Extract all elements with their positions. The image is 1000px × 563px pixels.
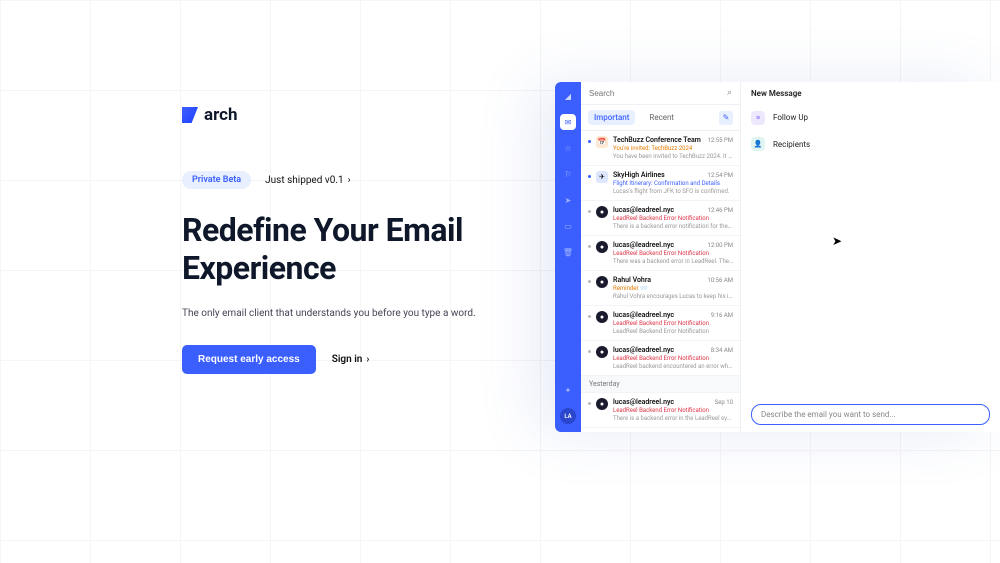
message-time: 12:46 PM bbox=[708, 207, 733, 214]
message-item[interactable]: ● lucas@leadreel.nyc Sep 10 LeadReel Bac… bbox=[581, 393, 740, 428]
message-item[interactable]: ✈ SkyHigh Airlines 12:54 PM Flight Itine… bbox=[581, 166, 740, 201]
message-item[interactable]: 📅 TechBuzz Conference Team 12:55 PM You'… bbox=[581, 131, 740, 166]
unread-dot-icon bbox=[588, 315, 591, 318]
unread-dot-icon bbox=[588, 210, 591, 213]
request-early-access-button[interactable]: Request early access bbox=[182, 345, 316, 374]
message-time: 12:55 PM bbox=[708, 137, 733, 144]
message-item[interactable]: ● Rahul Vohra 10:56 AM Reminder 📨 Rahul … bbox=[581, 271, 740, 306]
message-preview: You have been invited to TechBuzz 2024. … bbox=[613, 153, 733, 160]
shipped-label: Just shipped v0.1 bbox=[265, 175, 343, 186]
message-subject: Reminder 📨 bbox=[613, 285, 733, 292]
new-message-title: New Message bbox=[751, 89, 990, 98]
compose-column: New Message ≡ Follow Up 👤 Recipients Des… bbox=[741, 82, 1000, 432]
message-time: Sep 10 bbox=[715, 399, 733, 406]
sender-name: lucas@leadreel.nyc bbox=[613, 346, 674, 354]
sender-name: Rahul Vohra bbox=[613, 276, 651, 284]
sender-avatar: ● bbox=[596, 311, 608, 323]
sender-avatar: 📅 bbox=[596, 136, 608, 148]
brand-name: arch bbox=[204, 105, 238, 125]
message-subject: LeadReel Backend Error Notification bbox=[613, 320, 733, 327]
message-preview: Rahul Vohra encourages Lucas to keep his… bbox=[613, 293, 733, 300]
app-sidebar: ◢ ✉ ☆ ⚐ ➤ ▭ 🗑 ✦ LA bbox=[555, 82, 581, 432]
message-subject: LeadReel Backend Error Notification bbox=[613, 215, 733, 222]
sender-name: TechBuzz Conference Team bbox=[613, 136, 701, 144]
beta-badge: Private Beta bbox=[182, 171, 251, 189]
chevron-right-icon: › bbox=[348, 175, 351, 186]
unread-dot-icon bbox=[588, 280, 591, 283]
sender-avatar: ✈ bbox=[596, 171, 608, 183]
sign-in-link[interactable]: Sign in › bbox=[332, 354, 370, 365]
avatar[interactable]: LA bbox=[560, 408, 576, 424]
sender-avatar: ● bbox=[596, 346, 608, 358]
logo-icon: ◢ bbox=[560, 88, 576, 104]
message-preview: There was a backend error in LeadReel. T… bbox=[613, 258, 733, 265]
unread-dot-icon bbox=[588, 245, 591, 248]
sender-avatar: ● bbox=[596, 276, 608, 288]
logo[interactable]: arch bbox=[182, 105, 522, 125]
message-list: 📅 TechBuzz Conference Team 12:55 PM You'… bbox=[581, 131, 740, 432]
unread-dot-icon bbox=[588, 175, 591, 178]
tab-important[interactable]: Important bbox=[588, 110, 635, 125]
unread-dot-icon bbox=[588, 402, 591, 405]
message-preview: LeadReel Backend Error Notification bbox=[613, 328, 733, 335]
star-icon[interactable]: ☆ bbox=[560, 140, 576, 156]
app-preview: ◢ ✉ ☆ ⚐ ➤ ▭ 🗑 ✦ LA ⌕ Important Recent ✎ … bbox=[555, 82, 1000, 432]
message-subject: LeadReel Backend Error Notification bbox=[613, 355, 733, 362]
subject-field-row[interactable]: ≡ Follow Up bbox=[751, 110, 990, 125]
message-time: 8:34 AM bbox=[711, 347, 733, 354]
message-preview: Lucas's flight from JFK to SFO is confir… bbox=[613, 188, 733, 195]
sub-headline: The only email client that understands y… bbox=[182, 308, 522, 319]
date-divider: Yesterday bbox=[581, 376, 740, 393]
tab-recent[interactable]: Recent bbox=[643, 110, 680, 125]
compose-icon[interactable]: ✎ bbox=[719, 111, 733, 125]
sender-name: lucas@leadreel.nyc bbox=[613, 311, 674, 319]
logo-icon bbox=[182, 107, 198, 123]
recipients-icon: 👤 bbox=[751, 137, 765, 151]
message-preview: There is a backend error notification fo… bbox=[613, 223, 733, 230]
message-subject: Flight Itinerary: Confirmation and Detai… bbox=[613, 180, 733, 187]
unread-dot-icon bbox=[588, 140, 591, 143]
message-item[interactable]: ● lucas@leadreel.nyc 9:16 AM LeadReel Ba… bbox=[581, 306, 740, 341]
message-time: 10:56 AM bbox=[707, 277, 733, 284]
message-preview: LeadReel backend encountered an error wh… bbox=[613, 363, 733, 370]
sender-name: SkyHigh Airlines bbox=[613, 171, 665, 179]
search-icon: ⌕ bbox=[727, 88, 732, 98]
compose-prompt-input[interactable]: Describe the email you want to send... bbox=[751, 404, 990, 425]
people-icon[interactable]: ⚐ bbox=[560, 166, 576, 182]
recipients-field-row[interactable]: 👤 Recipients bbox=[751, 137, 990, 151]
message-item[interactable]: ● lucas@leadreel.nyc 12:00 PM LeadReel B… bbox=[581, 236, 740, 271]
message-time: 12:00 PM bbox=[708, 242, 733, 249]
message-item[interactable]: ● lucas@leadreel.nyc 8:34 AM LeadReel Ba… bbox=[581, 341, 740, 376]
subject-icon: ≡ bbox=[751, 111, 765, 125]
page-title: Redefine Your Email Experience bbox=[182, 211, 522, 288]
sent-icon[interactable]: ➤ bbox=[560, 192, 576, 208]
chevron-right-icon: › bbox=[366, 354, 369, 365]
message-item[interactable]: ● lucas@leadreel.nyc 12:46 PM LeadReel B… bbox=[581, 201, 740, 236]
subject-label: Follow Up bbox=[773, 113, 808, 122]
sender-avatar: ● bbox=[596, 398, 608, 410]
trash-icon[interactable]: 🗑 bbox=[560, 244, 576, 260]
message-preview: There is a backend error in the LeadReel… bbox=[613, 415, 733, 422]
message-time: 9:16 AM bbox=[711, 312, 733, 319]
sender-avatar: ● bbox=[596, 241, 608, 253]
sender-name: lucas@leadreel.nyc bbox=[613, 206, 674, 214]
sender-name: lucas@leadreel.nyc bbox=[613, 241, 674, 249]
message-subject: LeadReel Backend Error Notification bbox=[613, 407, 733, 414]
message-subject: You're invited: TechBuzz 2024 bbox=[613, 145, 733, 152]
sender-avatar: ● bbox=[596, 206, 608, 218]
inbox-column: ⌕ Important Recent ✎ 📅 TechBuzz Conferen… bbox=[581, 82, 741, 432]
message-subject: LeadReel Backend Error Notification bbox=[613, 250, 733, 257]
document-icon[interactable]: ▭ bbox=[560, 218, 576, 234]
shipped-link[interactable]: Just shipped v0.1 › bbox=[265, 175, 350, 186]
message-time: 12:54 PM bbox=[708, 172, 733, 179]
inbox-icon[interactable]: ✉ bbox=[560, 114, 576, 130]
unread-dot-icon bbox=[588, 350, 591, 353]
search-input[interactable] bbox=[589, 89, 727, 98]
sparkle-icon[interactable]: ✦ bbox=[560, 382, 576, 398]
sender-name: lucas@leadreel.nyc bbox=[613, 398, 674, 406]
recipients-label: Recipients bbox=[773, 140, 810, 149]
